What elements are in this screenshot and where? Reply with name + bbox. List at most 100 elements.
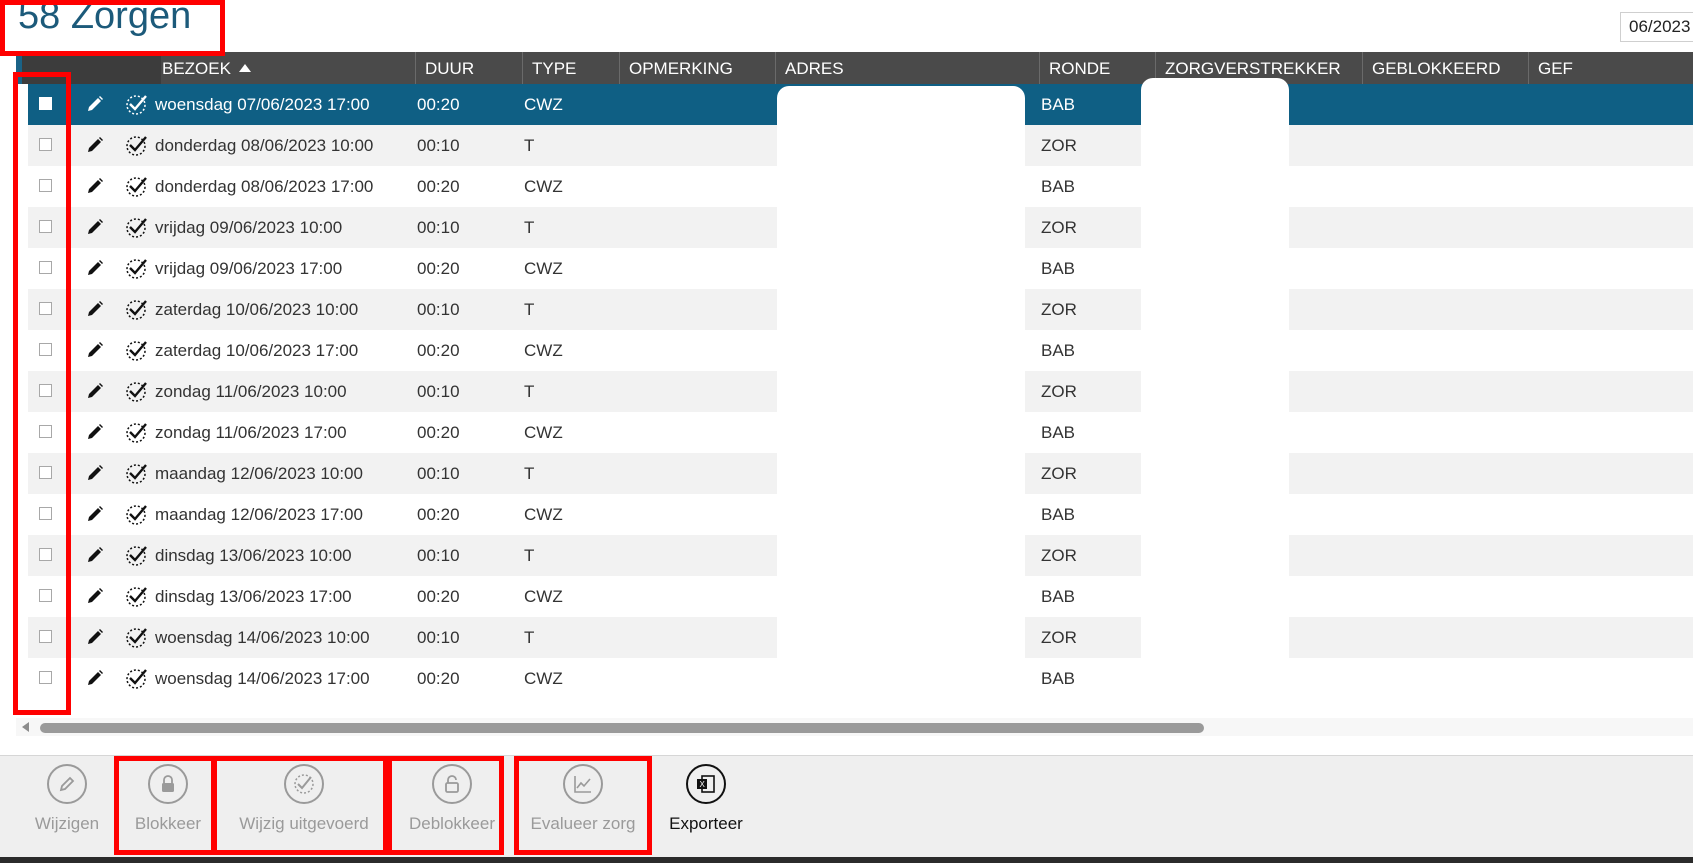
- row-checkbox[interactable]: [39, 671, 52, 684]
- cell-duur: 00:20: [417, 505, 460, 524]
- cell-bezoek: dinsdag 13/06/2023 10:00: [155, 546, 352, 565]
- row-checkbox[interactable]: [39, 630, 52, 643]
- mark-done-icon[interactable]: [124, 91, 150, 117]
- cell-ronde: BAB: [1041, 505, 1076, 524]
- redacted-caregiver-area: [1141, 78, 1289, 665]
- action-toolbar: Wijzigen Blokkeer Wijzig uitgevoerd Debl…: [0, 755, 1693, 858]
- row-checkbox[interactable]: [39, 138, 52, 151]
- mark-done-icon[interactable]: [124, 542, 150, 568]
- mark-done-icon[interactable]: [124, 173, 150, 199]
- mark-done-icon[interactable]: [124, 378, 150, 404]
- edit-pencil-icon[interactable]: [84, 93, 106, 115]
- wijzig-uitgevoerd-button[interactable]: Wijzig uitgevoerd: [224, 764, 384, 854]
- edit-pencil-icon[interactable]: [84, 462, 106, 484]
- cell-type: CWZ: [524, 177, 563, 196]
- row-checkbox[interactable]: [39, 343, 52, 356]
- cell-duur: 00:20: [417, 177, 460, 196]
- column-header-bezoek[interactable]: BEZOEK: [153, 52, 415, 84]
- mark-done-icon[interactable]: [124, 132, 150, 158]
- edit-pencil-icon[interactable]: [84, 339, 106, 361]
- cell-ronde: BAB: [1041, 177, 1076, 196]
- cell-ronde: BAB: [1041, 341, 1076, 360]
- cell-bezoek: woensdag 14/06/2023 10:00: [155, 628, 370, 647]
- column-header-gef[interactable]: GEF: [1528, 52, 1693, 84]
- edit-pencil-icon[interactable]: [84, 134, 106, 156]
- scroll-left-arrow-icon[interactable]: [22, 722, 29, 732]
- cell-duur: 00:10: [417, 136, 460, 155]
- mark-done-icon[interactable]: [124, 624, 150, 650]
- horizontal-scrollbar-thumb[interactable]: [40, 723, 1204, 733]
- check-done-icon: [284, 764, 324, 804]
- cell-type: CWZ: [524, 259, 563, 278]
- cell-bezoek: zondag 11/06/2023 10:00: [155, 382, 347, 401]
- exporteer-button[interactable]: X Exporteer: [661, 764, 751, 854]
- cell-bezoek: maandag 12/06/2023 17:00: [155, 505, 363, 524]
- mark-done-icon[interactable]: [124, 665, 150, 691]
- edit-pencil-icon[interactable]: [84, 503, 106, 525]
- cell-ronde: BAB: [1041, 259, 1076, 278]
- cell-type: CWZ: [524, 505, 563, 524]
- mark-done-icon[interactable]: [124, 419, 150, 445]
- cell-type: CWZ: [524, 669, 563, 688]
- edit-pencil-icon[interactable]: [84, 544, 106, 566]
- edit-pencil-icon[interactable]: [84, 175, 106, 197]
- edit-pencil-icon[interactable]: [84, 585, 106, 607]
- row-checkbox[interactable]: [39, 261, 52, 274]
- column-header-ronde[interactable]: RONDE: [1039, 52, 1155, 84]
- row-checkbox[interactable]: [39, 384, 52, 397]
- row-checkbox[interactable]: [39, 220, 52, 233]
- lock-icon: [148, 764, 188, 804]
- edit-pencil-icon[interactable]: [84, 667, 106, 689]
- cell-bezoek: donderdag 08/06/2023 10:00: [155, 136, 374, 155]
- cell-ronde: ZOR: [1041, 464, 1077, 483]
- row-checkbox[interactable]: [39, 507, 52, 520]
- mark-done-icon[interactable]: [124, 255, 150, 281]
- cell-ronde: ZOR: [1041, 218, 1077, 237]
- cell-bezoek: woensdag 14/06/2023 17:00: [155, 669, 370, 688]
- row-checkbox[interactable]: [39, 425, 52, 438]
- mark-done-icon[interactable]: [124, 214, 150, 240]
- cell-duur: 00:10: [417, 546, 460, 565]
- cell-ronde: ZOR: [1041, 136, 1077, 155]
- edit-pencil-icon[interactable]: [84, 626, 106, 648]
- mark-done-icon[interactable]: [124, 460, 150, 486]
- cell-bezoek: maandag 12/06/2023 10:00: [155, 464, 363, 483]
- row-checkbox[interactable]: [39, 548, 52, 561]
- edit-pencil-icon[interactable]: [84, 216, 106, 238]
- pencil-icon: [47, 764, 87, 804]
- edit-pencil-icon[interactable]: [84, 421, 106, 443]
- row-checkbox[interactable]: [39, 97, 52, 110]
- row-checkbox[interactable]: [39, 589, 52, 602]
- cell-duur: 00:10: [417, 218, 460, 237]
- edit-pencil-icon[interactable]: [84, 298, 106, 320]
- mark-done-icon[interactable]: [124, 501, 150, 527]
- edit-pencil-icon[interactable]: [84, 380, 106, 402]
- edit-pencil-icon[interactable]: [84, 257, 106, 279]
- cell-ronde: ZOR: [1041, 382, 1077, 401]
- column-header-adres[interactable]: ADRES: [775, 52, 1039, 84]
- row-checkbox[interactable]: [39, 466, 52, 479]
- column-header-opmerking[interactable]: OPMERKING: [619, 52, 775, 84]
- cell-bezoek: donderdag 08/06/2023 17:00: [155, 177, 374, 196]
- evalueer-zorg-button[interactable]: Evalueer zorg: [520, 764, 646, 854]
- mark-done-icon[interactable]: [124, 296, 150, 322]
- visits-grid: BEZOEK DUUR TYPE OPMERKING ADRES RONDE Z…: [16, 52, 1693, 718]
- mark-done-icon[interactable]: [124, 337, 150, 363]
- column-header-geblokkeerd[interactable]: GEBLOKKEERD: [1362, 52, 1528, 84]
- cell-type: T: [524, 218, 535, 237]
- mark-done-icon[interactable]: [124, 583, 150, 609]
- column-header-type[interactable]: TYPE: [522, 52, 619, 84]
- wijzigen-button[interactable]: Wijzigen: [22, 764, 112, 854]
- column-header-duur[interactable]: DUUR: [415, 52, 522, 84]
- cell-ronde: ZOR: [1041, 628, 1077, 647]
- cell-ronde: BAB: [1041, 95, 1076, 114]
- deblokkeer-button[interactable]: Deblokkeer: [397, 764, 507, 854]
- cell-type: T: [524, 300, 535, 319]
- cell-bezoek: dinsdag 13/06/2023 17:00: [155, 587, 352, 606]
- blokkeer-button[interactable]: Blokkeer: [120, 764, 216, 854]
- row-checkbox[interactable]: [39, 179, 52, 192]
- month-filter-input[interactable]: 06/2023: [1620, 12, 1693, 42]
- row-checkbox[interactable]: [39, 302, 52, 315]
- cell-type: T: [524, 464, 535, 483]
- excel-icon: X: [686, 764, 726, 804]
